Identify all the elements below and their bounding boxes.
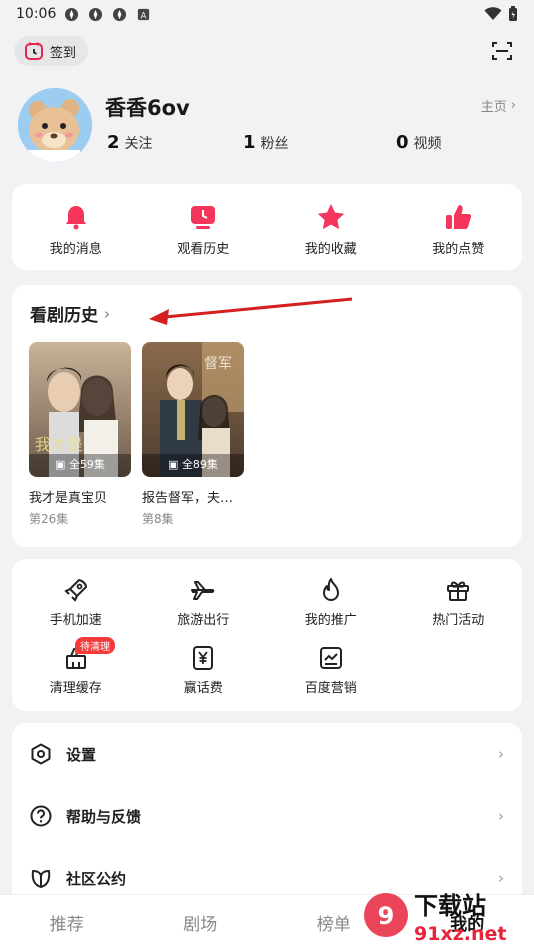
history-title[interactable]: 我才是真宝贝 xyxy=(29,487,139,506)
app-notification-icon xyxy=(65,7,79,21)
hot-events-button[interactable]: 热门活动 xyxy=(395,577,523,635)
quick-actions-card: 我的消息 观看历史 我的收藏 我的点赞 xyxy=(12,184,522,270)
wifi-icon xyxy=(484,7,502,20)
to-clean-badge: 待清理 xyxy=(75,637,115,654)
service-label: 热门活动 xyxy=(432,613,485,628)
service-label: 我的推广 xyxy=(304,613,357,628)
status-bar: 10:06 A xyxy=(0,0,534,28)
profile-stats: 2 关注 1 粉丝 0 视频 xyxy=(107,132,516,153)
travel-button[interactable]: 旅游出行 xyxy=(140,577,268,635)
menu-label: 社区公约 xyxy=(66,869,127,888)
quick-action-label: 我的点赞 xyxy=(432,242,485,257)
calendar-clock-icon xyxy=(25,42,43,60)
phone-speedup-button[interactable]: 手机加速 xyxy=(12,577,140,635)
episode-count: 全59集 xyxy=(68,458,105,471)
help-icon xyxy=(30,805,52,827)
leaf-icon xyxy=(31,870,51,888)
chevron-right-icon: › xyxy=(498,807,504,825)
site-watermark-logo: 9 下载站 91xz.net xyxy=(364,892,506,945)
stat-label: 粉丝 xyxy=(260,136,289,152)
quick-action-label: 我的收藏 xyxy=(304,242,357,257)
my-favorites-button[interactable]: 我的收藏 xyxy=(267,184,395,270)
user-name: 香香6ov xyxy=(105,96,190,120)
homepage-label: 主页 xyxy=(480,100,507,115)
homepage-link[interactable]: 主页 › xyxy=(481,96,516,115)
stat-label: 关注 xyxy=(124,136,153,152)
services-card: 手机加速 旅游出行 我的推广 热门活动 待清理 清理缓存 赢话费 百度营销 xyxy=(12,559,522,711)
drama-history-title: 看剧历史 xyxy=(30,306,98,326)
plane-icon xyxy=(191,581,215,600)
bell-icon xyxy=(65,206,86,230)
quick-action-label: 我的消息 xyxy=(49,242,102,257)
chevron-right-icon: › xyxy=(498,745,504,763)
stat-value: 0 xyxy=(396,132,409,153)
a-badge-icon: A xyxy=(138,8,150,20)
service-label: 百度营销 xyxy=(304,681,357,696)
profile-section: 香香6ov 主页 › 2 关注 1 粉丝 0 视频 xyxy=(18,88,516,168)
app-notification-icon xyxy=(113,7,127,21)
red-arrow-annotation xyxy=(149,297,353,325)
top-bar: 签到 xyxy=(14,36,514,66)
stat-videos[interactable]: 0 视频 xyxy=(396,132,442,153)
quick-action-label: 观看历史 xyxy=(177,242,230,257)
stat-label: 视频 xyxy=(413,136,442,152)
menu-label: 设置 xyxy=(66,745,97,764)
history-poster[interactable]: 我才是 ▣ 全59集 xyxy=(29,342,131,477)
clear-cache-button[interactable]: 待清理 清理缓存 xyxy=(12,637,140,703)
star-icon xyxy=(317,204,344,230)
episode-count-badge: ▣ 全89集 xyxy=(168,458,218,471)
win-phone-credit-button[interactable]: 赢话费 xyxy=(140,645,268,703)
stat-followers[interactable]: 1 粉丝 xyxy=(243,132,396,153)
my-promotion-button[interactable]: 我的推广 xyxy=(267,577,395,635)
history-episode: 第8集 xyxy=(142,512,174,526)
service-label: 赢话费 xyxy=(183,681,223,696)
svg-text:我才是: 我才是 xyxy=(35,435,83,454)
watermark-url: 91xz.net xyxy=(414,923,506,945)
checkin-button[interactable]: 签到 xyxy=(14,36,89,66)
episode-count: 全89集 xyxy=(181,458,218,471)
svg-text:9: 9 xyxy=(378,902,395,930)
app-notification-icon xyxy=(89,7,103,21)
tab-theater[interactable]: 剧场 xyxy=(134,895,268,950)
menu-label: 帮助与反馈 xyxy=(66,807,142,826)
chevron-right-icon: › xyxy=(104,304,110,323)
history-title[interactable]: 报告督军，夫… xyxy=(142,487,252,506)
gift-icon xyxy=(447,581,470,601)
history-poster[interactable]: 督军 ▣ 全89集 xyxy=(142,342,244,477)
history-episode: 第26集 xyxy=(29,512,69,526)
baidu-marketing-button[interactable]: 百度营销 xyxy=(267,645,395,703)
my-likes-button[interactable]: 我的点赞 xyxy=(395,184,523,270)
checkin-label: 签到 xyxy=(50,45,77,61)
episode-count-badge: ▣ 全59集 xyxy=(55,458,105,471)
watch-history-button[interactable]: 观看历史 xyxy=(140,184,268,270)
watermark-text: 下载站 xyxy=(414,892,486,920)
battery-icon xyxy=(509,6,517,21)
flame-icon xyxy=(322,578,339,601)
drama-history-header[interactable]: 看剧历史 › xyxy=(30,301,110,327)
scan-icon[interactable] xyxy=(490,39,514,63)
help-feedback-row[interactable]: 帮助与反馈 › xyxy=(12,791,522,841)
svg-text:A: A xyxy=(141,10,147,20)
settings-icon xyxy=(31,743,51,765)
stat-value: 2 xyxy=(107,132,120,153)
thumb-up-icon xyxy=(446,205,472,229)
stat-following[interactable]: 2 关注 xyxy=(107,132,243,153)
tv-clock-icon xyxy=(191,206,216,229)
chart-card-icon xyxy=(319,647,342,669)
avatar[interactable] xyxy=(18,88,92,162)
service-label: 清理缓存 xyxy=(49,681,102,696)
svg-text:督军: 督军 xyxy=(204,356,232,372)
my-messages-button[interactable]: 我的消息 xyxy=(12,184,140,270)
chevron-right-icon: › xyxy=(510,98,516,113)
status-time: 10:06 xyxy=(16,6,57,22)
settings-row[interactable]: 设置 › xyxy=(12,729,522,779)
bear-avatar-image xyxy=(18,88,92,162)
drama-history-card: 看剧历史 › 我才是 ▣ 全59集 我才是真宝贝 第26集 督军 ▣ 全89集 … xyxy=(12,285,522,547)
service-label: 旅游出行 xyxy=(177,613,230,628)
service-label: 手机加速 xyxy=(49,613,102,628)
rocket-icon xyxy=(64,578,87,602)
stat-value: 1 xyxy=(243,132,256,153)
yen-card-icon xyxy=(193,646,214,670)
tab-recommend[interactable]: 推荐 xyxy=(0,895,134,950)
